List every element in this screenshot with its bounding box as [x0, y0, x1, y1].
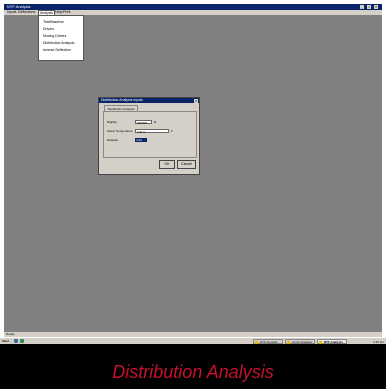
rigidity-input[interactable]: 200000 [135, 120, 152, 125]
caption-text: Distribution Analysis [112, 362, 274, 382]
distribution-analysis-dialog: Distribution Analysis Inputs ✕ Distribut… [98, 97, 200, 175]
rigidity-unit: lb [154, 120, 157, 124]
menu-item-distribution-analysis[interactable]: Distribution Analysis [43, 41, 74, 46]
app-window: NTF Analysis _ □ ✕ Inputs Deflections An… [4, 4, 382, 337]
quick-launch-icon[interactable] [20, 339, 24, 343]
maximize-button[interactable]: □ [367, 5, 371, 9]
menu-item-inverse-deflection[interactable]: Inverse Deflection [43, 48, 71, 53]
defaults-label: Defaults [107, 138, 119, 142]
taskbar-item[interactable]: Curve Analysis [285, 338, 315, 344]
taskbar-item[interactable]: NTF Analysis [317, 338, 347, 344]
rigidity-label: Rigidity [107, 120, 117, 124]
dialog-close-button[interactable]: ✕ [194, 98, 198, 103]
dialog-title: Distribution Analysis Inputs [101, 98, 143, 102]
cancel-button[interactable]: Cancel [177, 160, 196, 169]
close-button[interactable]: ✕ [374, 5, 378, 9]
caption-banner: Distribution Analysis [0, 344, 386, 389]
menu-item-drivers[interactable]: Drivers [43, 27, 54, 32]
minimize-button[interactable]: _ [360, 5, 364, 9]
dialog-title-bar: Distribution Analysis Inputs ✕ [99, 98, 199, 103]
defaults-input[interactable]: 4.20 [135, 138, 147, 142]
ok-button[interactable]: OK [159, 160, 175, 169]
shear-temperature-label: Shear Temperature [107, 129, 133, 133]
task-label: NTF Analysis [324, 339, 343, 344]
task-label: NTF Analysis [260, 339, 278, 344]
shear-temperature-unit: F [171, 129, 173, 133]
analysis-dropdown-menu: Test/Baseline Drivers Moving Drivers Dis… [38, 15, 84, 61]
shear-temperature-input[interactable]: Y42.2 [135, 129, 169, 134]
menu-deflections[interactable]: Deflections [17, 10, 36, 15]
menu-item-moving-drivers[interactable]: Moving Drivers [43, 34, 66, 39]
tray-clock: 1:35 pm [373, 339, 384, 344]
quick-launch-icon[interactable] [14, 339, 18, 343]
task-label: Curve Analysis [292, 339, 312, 344]
start-button[interactable]: Start [2, 339, 12, 344]
taskbar: Start NTF Analysis Curve Analysis NTF An… [0, 337, 386, 344]
dialog-panel [103, 111, 197, 158]
taskbar-item[interactable]: NTF Analysis [253, 338, 283, 344]
menu-item-test-baseline[interactable]: Test/Baseline [43, 20, 64, 25]
menu-inputs[interactable]: Inputs [6, 10, 18, 15]
